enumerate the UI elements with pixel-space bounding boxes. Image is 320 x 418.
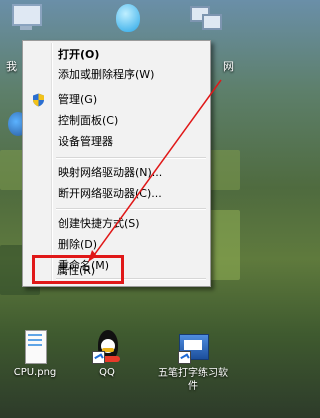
annotation-arrow-icon [88,79,222,262]
